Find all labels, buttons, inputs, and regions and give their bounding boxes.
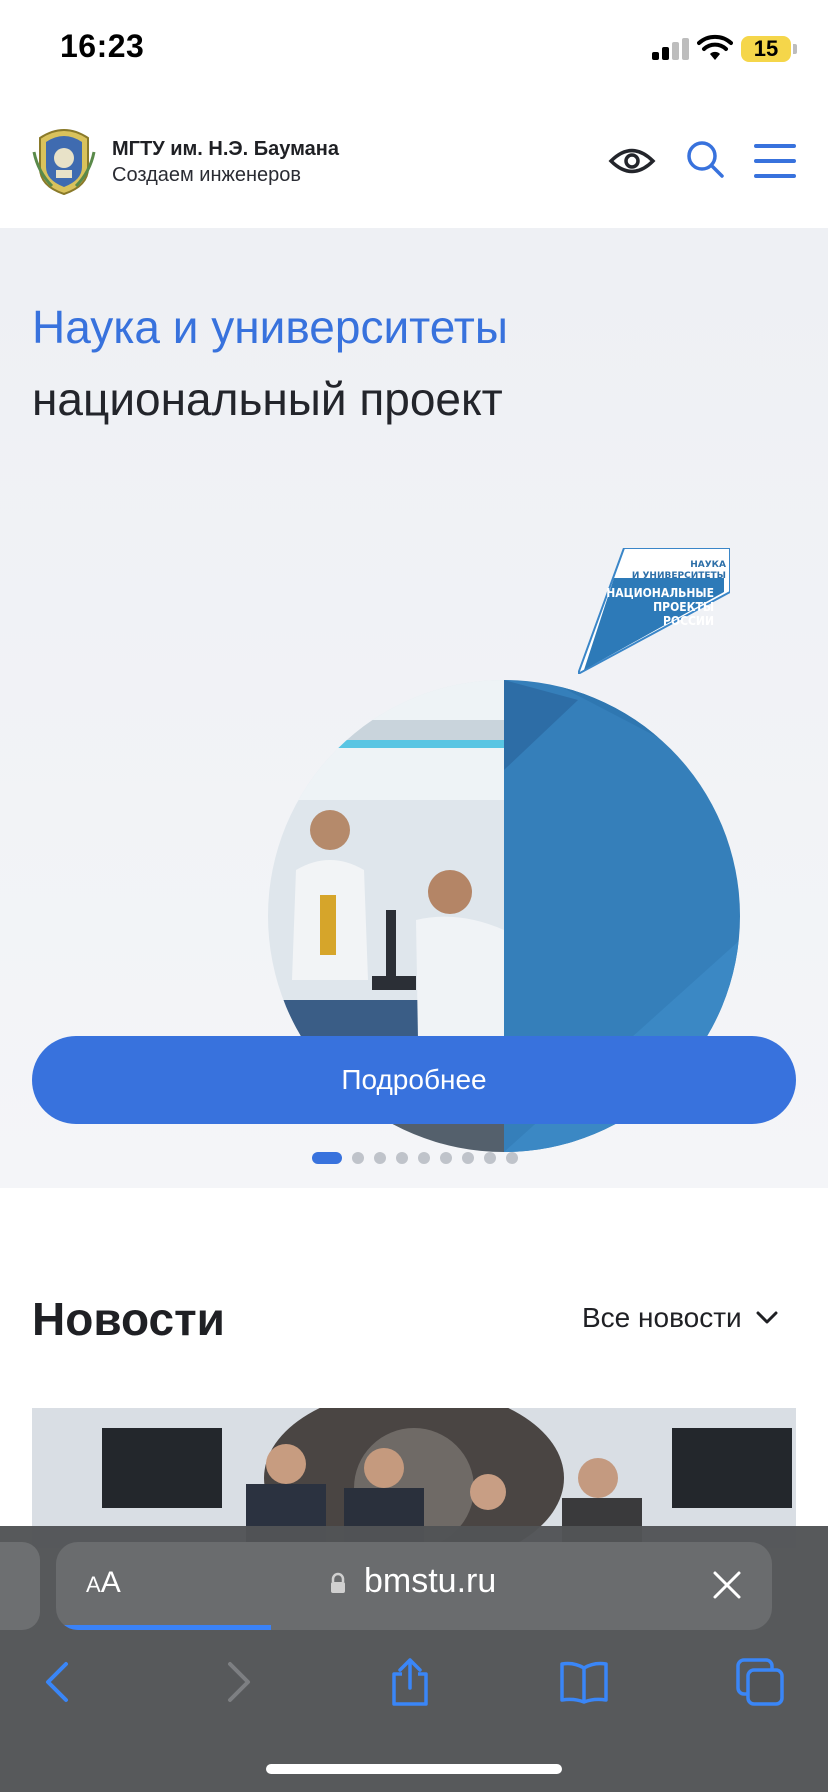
tabs-icon[interactable] [734, 1656, 786, 1708]
badge-big-text: НАЦИОНАЛЬНЫЕ ПРОЕКТЫ РОССИИ [606, 586, 714, 628]
hero-banner: Наука и университеты национальный проект… [0, 228, 828, 1188]
slide-dot[interactable] [396, 1152, 408, 1164]
battery-tip [793, 44, 797, 54]
close-icon[interactable] [712, 1570, 742, 1600]
slide-dot[interactable] [374, 1152, 386, 1164]
battery-icon: 15 [741, 36, 791, 62]
bookmarks-icon[interactable] [558, 1656, 610, 1708]
wifi-icon [697, 34, 733, 60]
slide-dot[interactable] [462, 1152, 474, 1164]
slide-dot[interactable] [312, 1152, 342, 1164]
url-text: bmstu.ru [364, 1562, 497, 1600]
hero-subtitle: национальный проект [32, 373, 503, 425]
home-indicator[interactable] [266, 1764, 562, 1774]
menu-icon[interactable] [754, 142, 796, 180]
browser-bar: AA bmstu.ru [0, 1526, 828, 1792]
site-header: МГТУ им. Н.Э. Баумана Создаем инженеров [0, 100, 828, 228]
badge-small-text: НАУКА И УНИВЕРСИТЕТЫ [631, 560, 726, 581]
slide-dot[interactable] [506, 1152, 518, 1164]
news-section: Новости Все новости [0, 1188, 828, 1548]
status-time: 16:23 [60, 28, 145, 64]
all-news-link[interactable]: Все новости [582, 1302, 778, 1334]
slider-dots [312, 1152, 518, 1164]
logo-icon[interactable] [32, 122, 96, 196]
news-title: Новости [32, 1293, 225, 1345]
status-bar: 16:23 15 [0, 0, 828, 100]
slide-dot[interactable] [352, 1152, 364, 1164]
eye-icon[interactable] [608, 140, 656, 182]
slide-dot[interactable] [418, 1152, 430, 1164]
lock-icon [331, 1572, 345, 1593]
reader-settings-button[interactable]: AA [86, 1566, 121, 1600]
share-icon[interactable] [384, 1656, 436, 1708]
signal-icon [652, 38, 690, 60]
previous-tab[interactable] [0, 1542, 40, 1630]
page-load-progress [56, 1625, 271, 1630]
slide-dot[interactable] [440, 1152, 452, 1164]
brand-name[interactable]: МГТУ им. Н.Э. Баумана [112, 138, 339, 161]
more-button[interactable]: Подробнее [32, 1036, 796, 1124]
brand-tagline: Создаем инженеров [112, 164, 302, 186]
national-projects-logo: НАУКА И УНИВЕРСИТЕТЫ НАЦИОНАЛЬНЫЕ ПРОЕКТ… [578, 548, 730, 674]
chevron-down-icon [756, 1311, 778, 1324]
address-bar[interactable]: AA bmstu.ru [56, 1542, 772, 1630]
search-icon[interactable] [684, 138, 728, 182]
all-news-label: Все новости [582, 1302, 742, 1333]
hero-title: Наука и университеты [32, 301, 508, 353]
forward-icon[interactable] [210, 1656, 262, 1708]
slide-dot[interactable] [484, 1152, 496, 1164]
back-icon[interactable] [34, 1656, 86, 1708]
